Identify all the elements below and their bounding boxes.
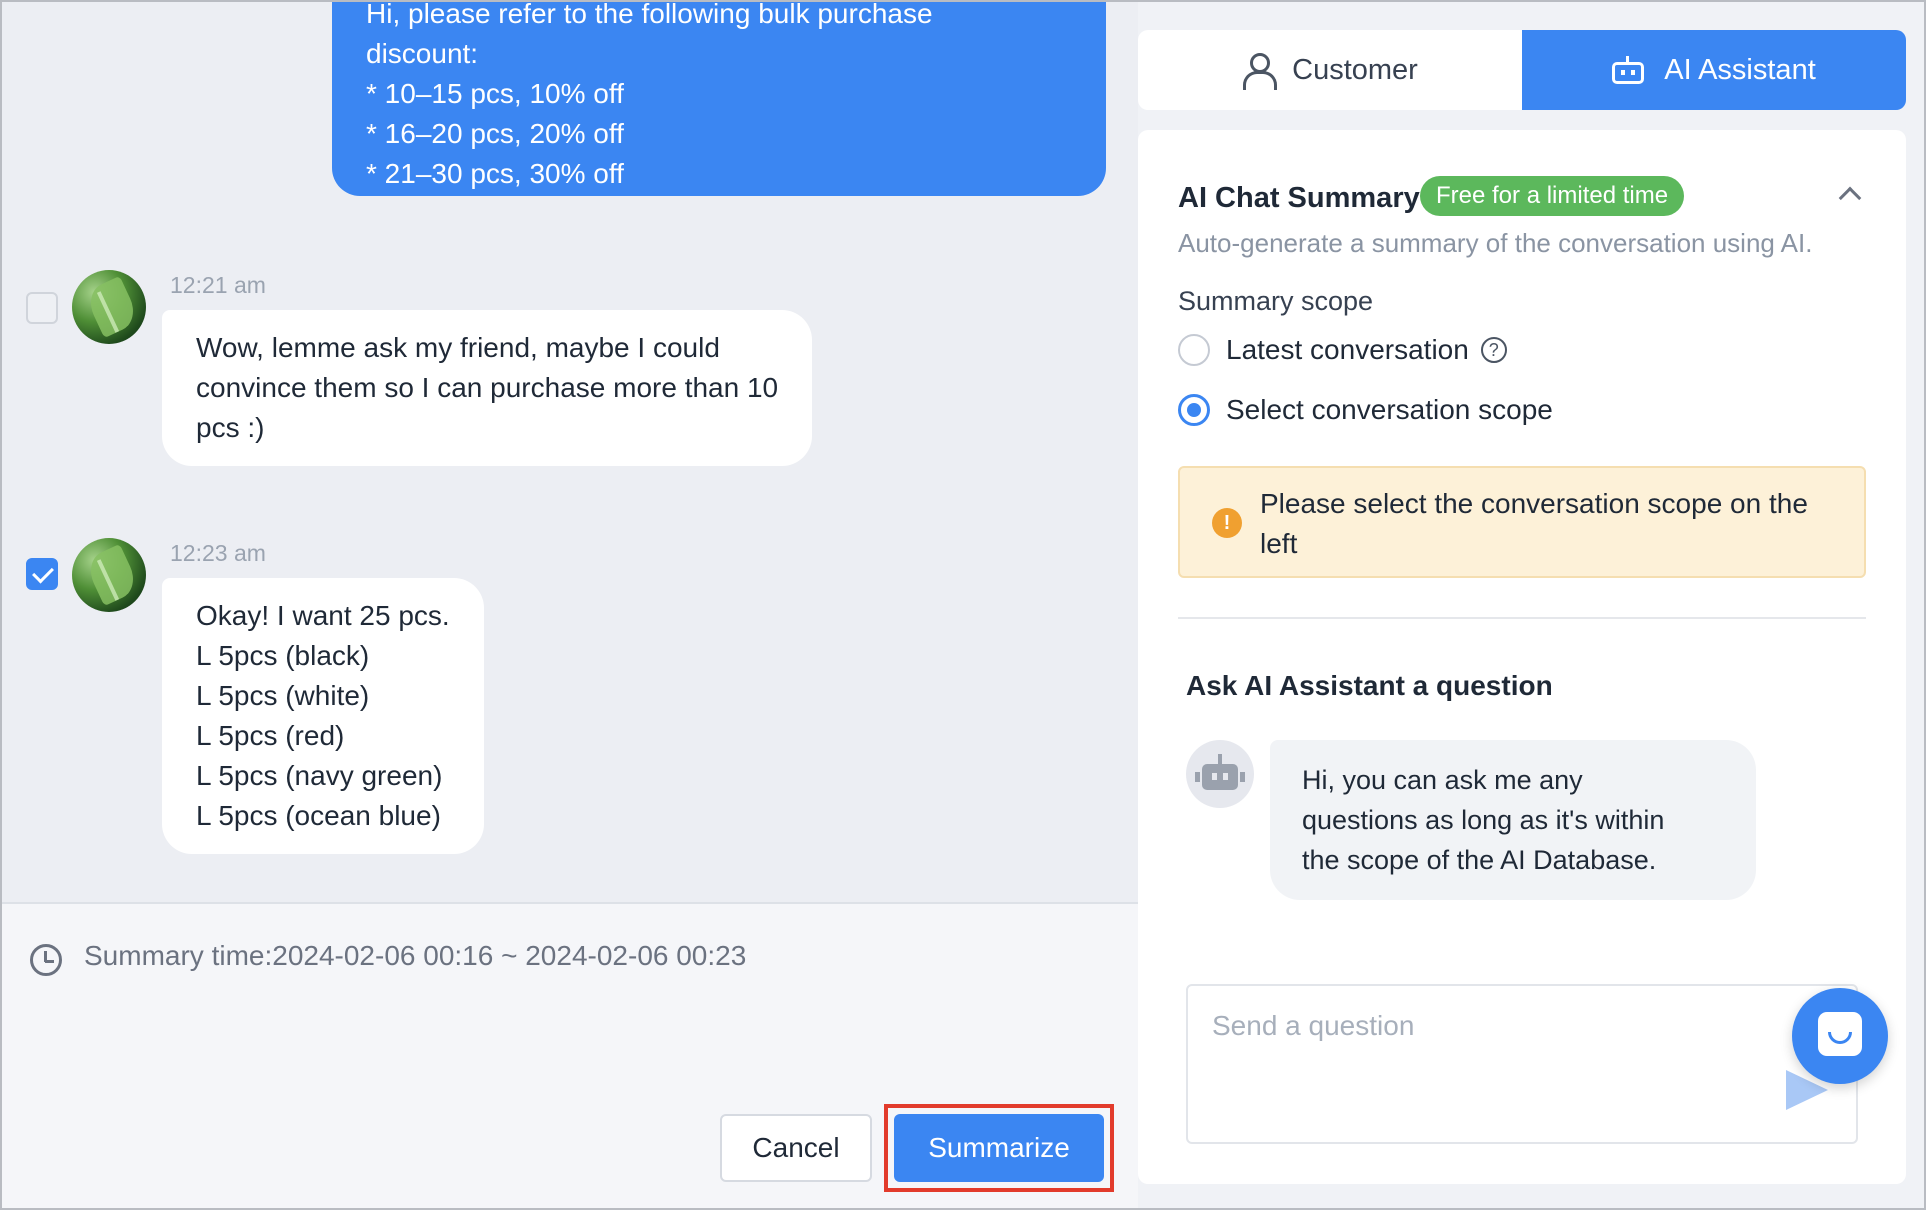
tab-ai-assistant-label: AI Assistant xyxy=(1664,53,1816,86)
message-timestamp: 12:21 am xyxy=(170,272,266,298)
greeting-line: the scope of the AI Database. xyxy=(1302,845,1657,875)
message-line: convince them so I can purchase more tha… xyxy=(196,372,779,403)
outgoing-line: * 10–15 pcs, 10% off xyxy=(366,78,624,109)
incoming-message-bubble: Wow, lemme ask my friend, maybe I could … xyxy=(162,310,813,466)
outgoing-message-bubble: Hi, please refer to the following bulk p… xyxy=(332,2,1106,196)
scope-warning: ! Please select the conversation scope o… xyxy=(1178,466,1866,578)
question-circle-icon[interactable]: ? xyxy=(1480,337,1507,363)
greeting-line: Hi, you can ask me any xyxy=(1302,765,1583,795)
scope-warning-text: Please select the conversation scope on … xyxy=(1260,488,1808,559)
message-select-checkbox[interactable] xyxy=(26,558,58,590)
radio-latest-label: Latest conversation xyxy=(1226,334,1469,365)
bot-avatar-icon xyxy=(1186,740,1254,808)
incoming-message-bubble: Okay! I want 25 pcs. L 5pcs (black) L 5p… xyxy=(162,578,484,854)
customer-avatar xyxy=(72,270,146,344)
summarize-button[interactable]: Summarize xyxy=(894,1114,1104,1182)
ai-assistant-card: AI Chat Summary Free for a limited time … xyxy=(1138,130,1906,1184)
radio-button-selected[interactable] xyxy=(1178,394,1210,426)
summary-footer: Summary time:2024-02-06 00:16 ~ 2024-02-… xyxy=(2,902,1138,1208)
outgoing-line: Hi, please refer to the following bulk p… xyxy=(366,2,933,29)
message-line: L 5pcs (ocean blue) xyxy=(196,800,441,831)
message-select-checkbox[interactable] xyxy=(26,292,58,324)
app-window: Hi, please refer to the following bulk p… xyxy=(0,0,1926,1210)
radio-select-label: Select conversation scope xyxy=(1226,394,1553,425)
free-badge: Free for a limited time xyxy=(1420,176,1685,216)
clock-icon xyxy=(30,944,62,976)
message-timestamp: 12:23 am xyxy=(170,540,266,566)
chat-message-area: Hi, please refer to the following bulk p… xyxy=(2,2,1138,902)
message-line: L 5pcs (red) xyxy=(196,720,345,751)
chevron-up-icon[interactable] xyxy=(1838,186,1862,210)
radio-button[interactable] xyxy=(1178,334,1210,366)
person-icon xyxy=(1242,53,1278,90)
radio-latest-conversation[interactable]: Latest conversation ? xyxy=(1178,334,1507,366)
ask-assistant-title: Ask AI Assistant a question xyxy=(1186,670,1553,701)
cancel-button[interactable]: Cancel xyxy=(720,1114,872,1182)
tab-ai-assistant[interactable]: AI Assistant xyxy=(1522,30,1906,110)
summary-scope-label: Summary scope xyxy=(1178,286,1374,316)
summary-description: Auto-generate a summary of the conversat… xyxy=(1178,228,1813,258)
outgoing-line: discount: xyxy=(366,38,479,69)
assistant-greeting-bubble: Hi, you can ask me any questions as long… xyxy=(1270,740,1756,900)
message-line: L 5pcs (navy green) xyxy=(196,760,443,791)
radio-select-scope[interactable]: Select conversation scope xyxy=(1178,394,1553,426)
customer-avatar xyxy=(72,538,146,612)
message-line: pcs :) xyxy=(196,412,265,443)
robot-icon xyxy=(1612,56,1645,84)
greeting-line: questions as long as it's within xyxy=(1302,805,1665,835)
message-line: L 5pcs (white) xyxy=(196,680,370,711)
panel-tabs: Customer AI Assistant xyxy=(1138,30,1906,110)
chat-launcher-icon[interactable] xyxy=(1792,988,1888,1084)
outgoing-line: * 16–20 pcs, 20% off xyxy=(366,118,624,149)
message-line: Okay! I want 25 pcs. xyxy=(196,600,450,631)
divider xyxy=(1178,617,1866,619)
ai-chat-summary-title: AI Chat Summary xyxy=(1178,182,1420,214)
message-line: Wow, lemme ask my friend, maybe I could xyxy=(196,332,720,363)
tab-customer-label: Customer xyxy=(1292,53,1418,86)
exclamation-circle-icon: ! xyxy=(1212,508,1242,538)
outgoing-line: * 21–30 pcs, 30% off xyxy=(366,158,624,189)
tab-customer[interactable]: Customer xyxy=(1138,30,1522,110)
summary-time-range: Summary time:2024-02-06 00:16 ~ 2024-02-… xyxy=(84,940,747,971)
message-line: L 5pcs (black) xyxy=(196,640,370,671)
question-input[interactable] xyxy=(1186,984,1858,1144)
